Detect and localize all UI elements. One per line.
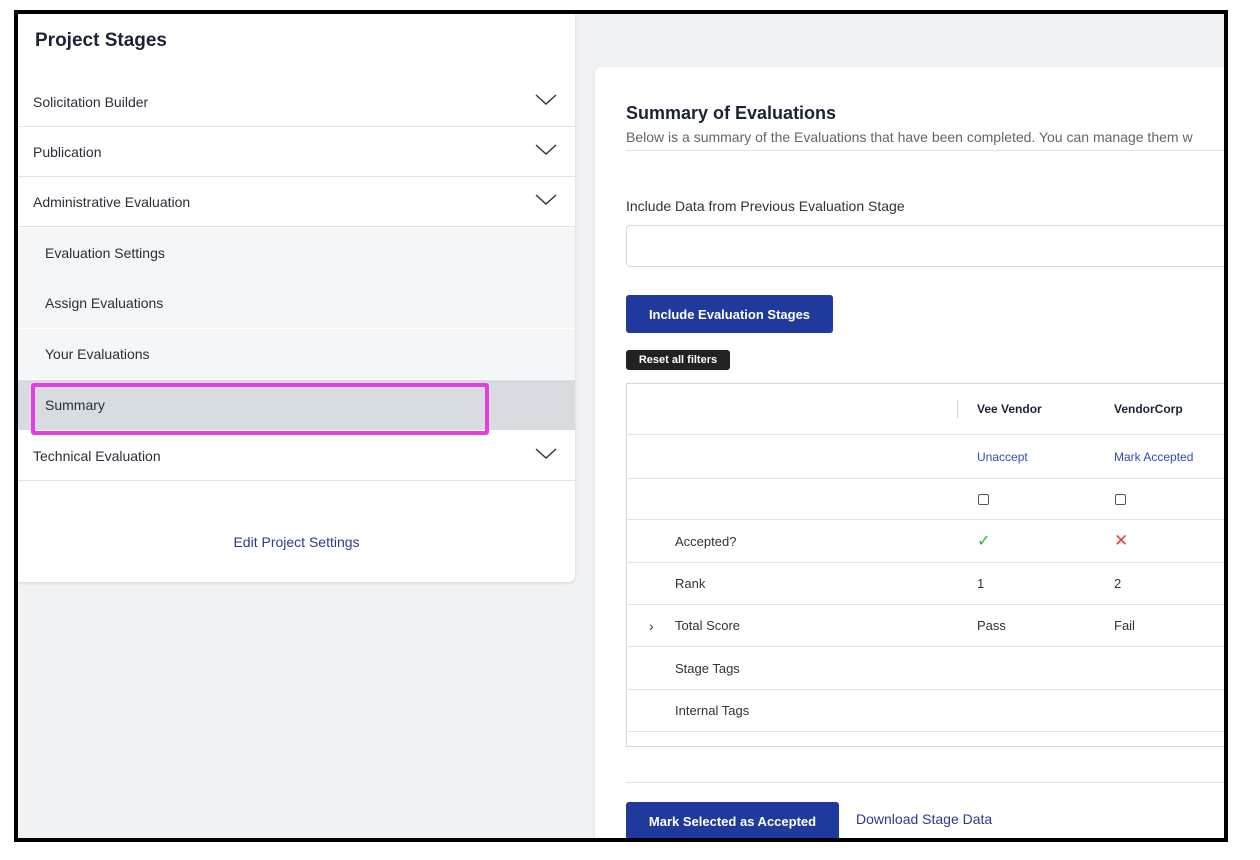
sidebar-item-label: Solicitation Builder [33,93,149,110]
sidebar-item-administrative-evaluation[interactable]: Administrative Evaluation [18,177,575,227]
project-stages-sidebar: Project Stages Solicitation Builder Publ… [18,14,575,582]
sidebar-subitem-label: Your Evaluations [45,346,150,362]
select-checkbox[interactable] [978,493,989,505]
unaccept-link[interactable]: Unaccept [977,435,1028,478]
check-icon: ✓ [977,533,991,550]
row-label: Rank [675,576,706,591]
rank-value: 1 [977,576,985,591]
mark-accepted-link[interactable]: Mark Accepted [1114,435,1193,478]
chevron-down-icon [535,144,557,155]
score-value: Pass [977,618,1006,633]
row-label: Internal Tags [675,703,750,718]
table-row: › Total Score Pass Fail [627,605,1224,647]
chevron-down-icon [535,448,557,459]
page-title: Summary of Evaluations [626,103,837,123]
include-evaluation-stages-button[interactable]: Include Evaluation Stages [626,295,833,333]
sidebar-subitem-your-evaluations[interactable]: Your Evaluations [18,329,575,379]
chevron-down-icon [535,94,557,105]
reset-filters-button[interactable]: Reset all filters [626,350,730,370]
sidebar-subitem-assign-evaluations[interactable]: Assign Evaluations [18,278,575,328]
divider [626,782,1224,783]
sidebar-subitem-label: Evaluation Settings [45,245,165,261]
table-row: Accepted? ✓ ✕ [627,520,1224,563]
edit-project-settings-link[interactable]: Edit Project Settings [18,534,575,550]
page-description: Below is a summary of the Evaluations th… [626,129,1193,145]
sidebar-item-label: Publication [33,143,102,160]
column-header-vendor[interactable]: Vee Vendor [977,384,1042,434]
sidebar-item-label: Technical Evaluation [33,447,161,464]
table-row-actions: Unaccept Mark Accepted [627,435,1224,479]
sidebar-item-publication[interactable]: Publication [18,127,575,177]
column-divider [957,400,958,418]
include-data-label: Include Data from Previous Evaluation St… [626,198,905,214]
download-stage-data-link[interactable]: Download Stage Data [856,811,992,827]
sidebar-subitem-label: Assign Evaluations [45,295,164,311]
table-row: Stage Tags [627,647,1224,690]
sidebar-subitem-evaluation-settings[interactable]: Evaluation Settings [18,228,575,278]
sidebar-item-technical-evaluation[interactable]: Technical Evaluation [18,431,575,481]
sidebar-title: Project Stages [35,30,167,51]
evaluation-summary-table: Vee Vendor VendorCorp Unaccept Mark Acce… [626,383,1224,747]
summary-highlight-box [31,383,489,435]
table-row: Rank 1 2 [627,563,1224,605]
chevron-right-icon[interactable]: › [649,605,654,646]
close-icon: ✕ [1114,531,1129,550]
row-label: Accepted? [675,533,737,549]
column-header-vendor[interactable]: VendorCorp [1114,384,1183,434]
chevron-down-icon [535,194,557,205]
table-row-select [627,479,1224,520]
table-header-row: Vee Vendor VendorCorp [627,384,1224,435]
summary-panel: Summary of Evaluations Below is a summar… [595,67,1224,838]
sidebar-item-solicitation-builder[interactable]: Solicitation Builder [18,77,575,127]
divider [626,150,1224,151]
include-stage-select[interactable] [626,225,1224,267]
sidebar-item-label: Administrative Evaluation [33,193,191,210]
mark-selected-accepted-button[interactable]: Mark Selected as Accepted [626,802,839,838]
row-label: Stage Tags [675,660,740,676]
app-frame: Project Stages Solicitation Builder Publ… [14,10,1228,842]
select-checkbox[interactable] [1115,493,1126,505]
rank-value: 2 [1114,576,1122,591]
table-row: Internal Tags [627,690,1224,732]
score-value: Fail [1114,618,1135,633]
row-label: Total Score [675,618,741,633]
